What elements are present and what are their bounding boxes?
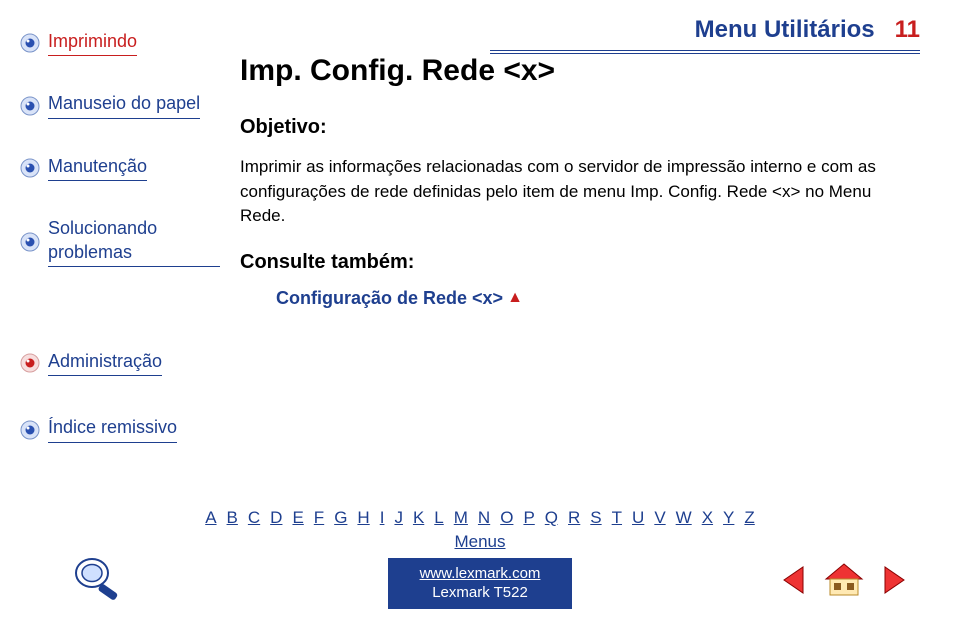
alpha-letter[interactable]: J bbox=[394, 508, 403, 527]
alpha-letter[interactable]: Y bbox=[723, 508, 734, 527]
next-page-button[interactable] bbox=[876, 563, 910, 602]
alpha-letter[interactable]: I bbox=[380, 508, 385, 527]
sidebar-item-manuseio[interactable]: Manuseio do papel bbox=[20, 92, 220, 118]
search-icon[interactable] bbox=[70, 555, 126, 606]
alpha-letter[interactable]: W bbox=[676, 508, 692, 527]
sidebar-item-indice[interactable]: Índice remissivo bbox=[20, 416, 220, 442]
menus-link[interactable]: Menus bbox=[0, 532, 960, 552]
alpha-letter[interactable]: G bbox=[334, 508, 347, 527]
bullet-icon bbox=[20, 158, 40, 178]
sidebar-item-manutencao[interactable]: Manutenção bbox=[20, 155, 220, 181]
footer-bar: www.lexmark.com Lexmark T522 bbox=[0, 558, 960, 608]
sidebar-item-label: Administração bbox=[48, 350, 162, 376]
page-number: 11 bbox=[895, 16, 920, 44]
alpha-letter[interactable]: D bbox=[270, 508, 282, 527]
alpha-letter[interactable]: U bbox=[632, 508, 644, 527]
up-triangle-icon: ▲ bbox=[507, 289, 523, 307]
sidebar-item-label: Solucionando problemas bbox=[48, 217, 220, 267]
bullet-icon bbox=[20, 33, 40, 53]
footer-center: www.lexmark.com Lexmark T522 bbox=[388, 558, 573, 609]
sidebar-item-label: Imprimindo bbox=[48, 30, 137, 56]
see-also-label: Consulte também: bbox=[240, 251, 920, 274]
bullet-icon bbox=[20, 353, 40, 373]
sidebar-item-label: Manuseio do papel bbox=[48, 92, 200, 118]
alpha-letter[interactable]: E bbox=[292, 508, 303, 527]
footer-url[interactable]: www.lexmark.com bbox=[420, 564, 541, 584]
sidebar-admin-group: Administração Índice remissivo bbox=[20, 350, 220, 483]
alpha-letter[interactable]: N bbox=[478, 508, 490, 527]
sidebar-item-solucionando[interactable]: Solucionando problemas bbox=[20, 217, 220, 267]
alpha-letter[interactable]: L bbox=[434, 508, 443, 527]
see-also-link-text: Configuração de Rede <x> bbox=[276, 288, 503, 309]
see-also-link[interactable]: Configuração de Rede <x> ▲ bbox=[276, 288, 523, 309]
bullet-icon bbox=[20, 420, 40, 440]
footer-product: Lexmark T522 bbox=[420, 583, 541, 603]
alpha-letter[interactable]: V bbox=[654, 508, 665, 527]
alpha-letter[interactable]: T bbox=[612, 508, 622, 527]
home-button[interactable] bbox=[822, 561, 866, 604]
alpha-letter[interactable]: M bbox=[454, 508, 468, 527]
bullet-icon bbox=[20, 232, 40, 252]
alpha-letter[interactable]: F bbox=[314, 508, 324, 527]
prev-page-button[interactable] bbox=[778, 563, 812, 602]
objective-text: Imprimir as informações relacionadas com… bbox=[240, 155, 920, 229]
alpha-letter[interactable]: X bbox=[702, 508, 713, 527]
main-content: Imp. Config. Rede <x> Objetivo: Imprimir… bbox=[240, 54, 920, 309]
sidebar-item-label: Manutenção bbox=[48, 155, 147, 181]
nav-icons bbox=[778, 561, 910, 604]
alpha-letter[interactable]: O bbox=[500, 508, 513, 527]
sidebar-item-administracao[interactable]: Administração bbox=[20, 350, 220, 376]
objective-label: Objetivo: bbox=[240, 116, 920, 139]
page-title: Imp. Config. Rede <x> bbox=[240, 54, 920, 88]
alpha-letter[interactable]: K bbox=[413, 508, 424, 527]
footer: ABCDEFGHIJKLMNOPQRSTUVWXYZ Menus www.lex… bbox=[0, 508, 960, 608]
alpha-letter[interactable]: B bbox=[227, 508, 238, 527]
alpha-letter[interactable]: H bbox=[357, 508, 369, 527]
alpha-letter[interactable]: R bbox=[568, 508, 580, 527]
alpha-letter[interactable]: A bbox=[205, 508, 216, 527]
alpha-letter[interactable]: P bbox=[523, 508, 534, 527]
alpha-index: ABCDEFGHIJKLMNOPQRSTUVWXYZ bbox=[0, 508, 960, 528]
section-title: Menu Utilitários bbox=[695, 16, 875, 44]
alpha-letter[interactable]: Q bbox=[545, 508, 558, 527]
alpha-letter[interactable]: S bbox=[590, 508, 601, 527]
breadcrumb: Menu Utilitários 11 bbox=[695, 16, 920, 44]
alpha-letter[interactable]: C bbox=[248, 508, 260, 527]
bullet-icon bbox=[20, 96, 40, 116]
sidebar: Imprimindo Manuseio do papel Manutenção … bbox=[20, 30, 220, 303]
sidebar-item-imprimindo[interactable]: Imprimindo bbox=[20, 30, 220, 56]
alpha-letter[interactable]: Z bbox=[744, 508, 754, 527]
sidebar-item-label: Índice remissivo bbox=[48, 416, 177, 442]
